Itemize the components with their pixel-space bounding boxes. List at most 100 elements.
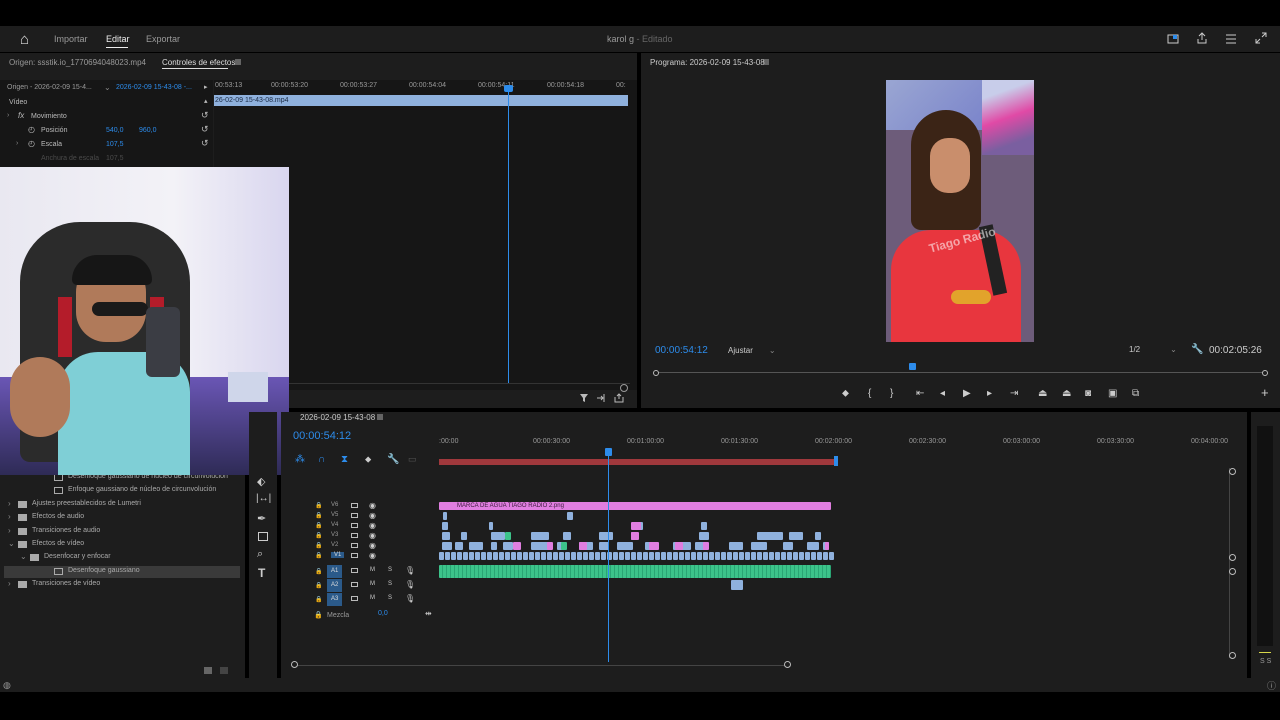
position-y-value[interactable]: 960,0 xyxy=(139,127,157,134)
zoom-tool-icon[interactable]: ⌕ xyxy=(257,548,263,561)
video-clip[interactable] xyxy=(709,552,714,560)
track-label[interactable]: V2 xyxy=(331,542,338,548)
video-track-header[interactable]: 🔒 V6 ◉ xyxy=(281,501,439,511)
lock-icon[interactable]: 🔒 xyxy=(315,596,322,603)
lock-icon[interactable]: 🔒 xyxy=(315,502,322,509)
video-clip[interactable] xyxy=(589,552,594,560)
video-track-header[interactable]: 🔒 V5 ◉ xyxy=(281,511,439,521)
add-button-icon[interactable]: + xyxy=(1261,385,1269,400)
track-label[interactable]: V1 xyxy=(331,552,345,558)
video-clip[interactable] xyxy=(475,552,480,560)
video-clip[interactable] xyxy=(787,552,792,560)
video-clip[interactable] xyxy=(799,552,804,560)
video-clip[interactable] xyxy=(599,532,613,540)
video-clip[interactable] xyxy=(583,552,588,560)
eye-icon[interactable]: ◉ xyxy=(369,521,376,530)
graphic-clip[interactable] xyxy=(703,542,709,550)
pen-tool-icon[interactable]: ✒ xyxy=(257,512,266,525)
video-clip[interactable] xyxy=(563,532,571,540)
work-area-bar[interactable] xyxy=(439,459,835,465)
video-clip[interactable] xyxy=(529,552,534,560)
video-clip[interactable] xyxy=(729,542,743,550)
video-clip[interactable] xyxy=(757,552,762,560)
graphic-clip[interactable] xyxy=(649,542,659,550)
graphic-clip[interactable] xyxy=(631,532,639,540)
video-clip[interactable] xyxy=(781,552,786,560)
video-clip[interactable] xyxy=(567,512,573,520)
play-only-icon[interactable]: ▸ xyxy=(204,83,208,91)
video-clip[interactable] xyxy=(461,532,467,540)
clip-selector[interactable]: Origen - 2026-02-09 15-4... xyxy=(7,84,92,91)
effects-tree-item[interactable]: › Ajustes preestablecidos de Lumetri xyxy=(4,499,240,511)
watermark-clip[interactable]: MARCA DE AGUA TIAGO RADIO 2.png xyxy=(439,502,831,510)
razor-tool-icon[interactable]: ⬖ xyxy=(257,475,265,488)
video-clip[interactable] xyxy=(503,542,513,550)
comparison-view-icon[interactable]: ▣ xyxy=(1108,388,1117,399)
video-clip[interactable] xyxy=(815,532,821,540)
video-clip[interactable] xyxy=(442,522,448,530)
video-clip[interactable] xyxy=(439,552,444,560)
video-clip[interactable] xyxy=(637,552,642,560)
video-clip[interactable] xyxy=(463,552,468,560)
marker-icon[interactable]: ⬥ xyxy=(365,454,371,465)
video-clip[interactable] xyxy=(745,552,750,560)
video-clip[interactable] xyxy=(701,522,707,530)
graphic-clip[interactable] xyxy=(825,542,829,550)
video-clip[interactable] xyxy=(699,532,709,540)
video-clip[interactable] xyxy=(751,542,767,550)
sync-lock-icon[interactable] xyxy=(351,553,358,558)
video-clip[interactable] xyxy=(673,552,678,560)
snap-icon[interactable]: ⁂ xyxy=(295,454,305,465)
video-clip[interactable] xyxy=(643,552,648,560)
step-back-icon[interactable]: ◂ xyxy=(940,388,945,399)
video-clip[interactable] xyxy=(817,552,822,560)
video-clip[interactable] xyxy=(649,552,654,560)
chevron-down-icon[interactable]: ⌄ xyxy=(104,83,111,92)
video-clip[interactable] xyxy=(559,552,564,560)
video-clip[interactable] xyxy=(442,542,452,550)
playhead[interactable] xyxy=(508,88,509,384)
video-clip[interactable] xyxy=(601,552,606,560)
go-to-out-icon[interactable]: ⇥ xyxy=(1010,388,1018,399)
video-clip[interactable] xyxy=(547,552,552,560)
video-clip[interactable] xyxy=(823,552,828,560)
mark-out-icon[interactable]: } xyxy=(890,388,893,399)
chevron-icon[interactable]: › xyxy=(8,526,11,535)
linked-selection-icon[interactable]: ∩ xyxy=(318,454,325,465)
go-to-in-icon[interactable]: ⇤ xyxy=(916,388,924,399)
tab-source[interactable]: Origen: ssstik.io_1770694048023.mp4 xyxy=(9,58,146,67)
new-bin-icon[interactable] xyxy=(204,667,212,674)
video-track-header[interactable]: 🔒 V2 ◉ xyxy=(281,541,439,551)
sync-lock-icon[interactable] xyxy=(351,503,358,508)
home-icon[interactable]: ⌂ xyxy=(20,31,29,48)
share-out-icon[interactable] xyxy=(614,393,624,403)
export-frame-icon[interactable]: ◙ xyxy=(1085,388,1091,399)
chevron-icon[interactable]: › xyxy=(8,512,11,521)
video-clip[interactable] xyxy=(769,552,774,560)
scrubber-end-handle[interactable] xyxy=(1262,370,1268,376)
video-clip[interactable] xyxy=(517,552,522,560)
video-clip[interactable] xyxy=(553,552,558,560)
timeline-playhead[interactable] xyxy=(605,448,612,456)
play-icon[interactable]: ▶ xyxy=(963,388,971,399)
export-icon[interactable] xyxy=(596,393,606,403)
video-clip[interactable] xyxy=(523,552,528,560)
lock-icon[interactable]: 🔒 xyxy=(315,568,322,575)
microphone-icon[interactable]: 🎙 xyxy=(405,594,415,603)
video-clip[interactable] xyxy=(541,552,546,560)
video-clip[interactable] xyxy=(457,552,462,560)
program-scrubber[interactable] xyxy=(655,372,1267,373)
video-clip[interactable] xyxy=(661,552,666,560)
video-clip[interactable] xyxy=(565,552,570,560)
track-label[interactable]: V4 xyxy=(331,522,338,528)
panel-menu-icon[interactable] xyxy=(234,58,242,66)
track-label[interactable]: A1 xyxy=(327,565,343,578)
video-track-header[interactable]: 🔒 V1 ◉ xyxy=(281,551,439,561)
lock-icon[interactable]: 🔒 xyxy=(315,522,322,529)
vertical-scrollbar[interactable] xyxy=(1229,468,1230,658)
proxy-toggle-icon[interactable]: ⧉ xyxy=(1132,388,1139,399)
video-clip[interactable] xyxy=(703,552,708,560)
mark-in-icon[interactable]: { xyxy=(868,388,871,399)
track-label[interactable]: A3 xyxy=(327,593,343,606)
type-tool-icon[interactable]: T xyxy=(258,566,265,580)
